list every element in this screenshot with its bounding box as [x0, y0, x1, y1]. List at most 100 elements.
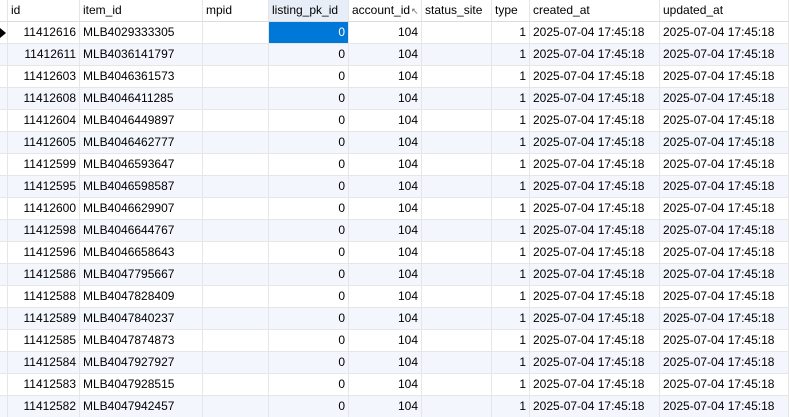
- cell-type[interactable]: 1: [492, 132, 530, 153]
- cell-status-site[interactable]: [422, 110, 492, 131]
- cell-status-site[interactable]: [422, 264, 492, 285]
- cell-type[interactable]: 1: [492, 176, 530, 197]
- cell-account-id[interactable]: 104: [349, 242, 422, 263]
- cell-id[interactable]: 11412588: [8, 286, 80, 307]
- cell-item-id[interactable]: MLB4046411285: [80, 88, 203, 109]
- cell-type[interactable]: 1: [492, 198, 530, 219]
- row-marker-cell[interactable]: [0, 22, 8, 43]
- cell-listing-pk-id[interactable]: 0: [269, 286, 349, 307]
- cell-listing-pk-id[interactable]: 0: [269, 374, 349, 395]
- cell-status-site[interactable]: [422, 352, 492, 373]
- cell-type[interactable]: 1: [492, 22, 530, 43]
- cell-item-id[interactable]: MLB4047828409: [80, 286, 203, 307]
- cell-mpid[interactable]: [203, 220, 269, 241]
- cell-created-at[interactable]: 2025-07-04 17:45:18: [530, 286, 660, 307]
- cell-account-id[interactable]: 104: [349, 176, 422, 197]
- cell-status-site[interactable]: [422, 22, 492, 43]
- cell-updated-at[interactable]: 2025-07-04 17:45:18: [660, 352, 789, 373]
- cell-created-at[interactable]: 2025-07-04 17:45:18: [530, 22, 660, 43]
- cell-status-site[interactable]: [422, 88, 492, 109]
- row-marker-cell[interactable]: [0, 286, 8, 307]
- cell-account-id[interactable]: 104: [349, 110, 422, 131]
- cell-mpid[interactable]: [203, 330, 269, 351]
- table-row[interactable]: 11412585 MLB4047874873 0 104 1 2025-07-04 17:…: [0, 330, 789, 352]
- cell-item-id[interactable]: MLB4047874873: [80, 330, 203, 351]
- cell-updated-at[interactable]: 2025-07-04 17:45:18: [660, 176, 789, 197]
- cell-id[interactable]: 11412604: [8, 110, 80, 131]
- cell-updated-at[interactable]: 2025-07-04 17:45:18: [660, 396, 789, 417]
- cell-mpid[interactable]: [203, 66, 269, 87]
- cell-updated-at[interactable]: 2025-07-04 17:45:18: [660, 132, 789, 153]
- cell-type[interactable]: 1: [492, 264, 530, 285]
- cell-mpid[interactable]: [203, 110, 269, 131]
- table-row[interactable]: 11412584 MLB4047927927 0 104 1 2025-07-04 17:…: [0, 352, 789, 374]
- cell-created-at[interactable]: 2025-07-04 17:45:18: [530, 176, 660, 197]
- cell-created-at[interactable]: 2025-07-04 17:45:18: [530, 396, 660, 417]
- cell-status-site[interactable]: [422, 198, 492, 219]
- row-marker-cell[interactable]: [0, 132, 8, 153]
- table-row[interactable]: 11412589 MLB4047840237 0 104 1 2025-07-04 17:…: [0, 308, 789, 330]
- cell-id[interactable]: 11412605: [8, 132, 80, 153]
- cell-created-at[interactable]: 2025-07-04 17:45:18: [530, 374, 660, 395]
- row-marker-cell[interactable]: [0, 374, 8, 395]
- cell-account-id[interactable]: 104: [349, 220, 422, 241]
- cell-updated-at[interactable]: 2025-07-04 17:45:18: [660, 110, 789, 131]
- column-header-type[interactable]: type: [492, 0, 530, 21]
- cell-created-at[interactable]: 2025-07-04 17:45:18: [530, 264, 660, 285]
- cell-account-id[interactable]: 104: [349, 308, 422, 329]
- table-row[interactable]: 11412611 MLB4036141797 0 104 1 2025-07-04 17:…: [0, 44, 789, 66]
- cell-updated-at[interactable]: 2025-07-04 17:45:18: [660, 286, 789, 307]
- cell-mpid[interactable]: [203, 286, 269, 307]
- column-header-mpid[interactable]: mpid: [203, 0, 269, 21]
- cell-mpid[interactable]: [203, 44, 269, 65]
- cell-created-at[interactable]: 2025-07-04 17:45:18: [530, 352, 660, 373]
- cell-status-site[interactable]: [422, 330, 492, 351]
- cell-listing-pk-id[interactable]: 0: [269, 264, 349, 285]
- cell-status-site[interactable]: [422, 66, 492, 87]
- cell-created-at[interactable]: 2025-07-04 17:45:18: [530, 110, 660, 131]
- cell-status-site[interactable]: [422, 176, 492, 197]
- cell-id[interactable]: 11412616: [8, 22, 80, 43]
- row-marker-cell[interactable]: [0, 44, 8, 65]
- row-marker-cell[interactable]: [0, 88, 8, 109]
- cell-listing-pk-id[interactable]: 0: [269, 308, 349, 329]
- cell-updated-at[interactable]: 2025-07-04 17:45:18: [660, 220, 789, 241]
- cell-created-at[interactable]: 2025-07-04 17:45:18: [530, 242, 660, 263]
- column-header-id[interactable]: id: [8, 0, 80, 21]
- cell-item-id[interactable]: MLB4047942457: [80, 396, 203, 417]
- cell-item-id[interactable]: MLB4046361573: [80, 66, 203, 87]
- cell-item-id[interactable]: MLB4046629907: [80, 198, 203, 219]
- column-header-account-id[interactable]: account_id ↖: [349, 0, 422, 21]
- cell-item-id[interactable]: MLB4047840237: [80, 308, 203, 329]
- cell-id[interactable]: 11412603: [8, 66, 80, 87]
- row-marker-cell[interactable]: [0, 110, 8, 131]
- cell-account-id[interactable]: 104: [349, 66, 422, 87]
- cell-type[interactable]: 1: [492, 330, 530, 351]
- cell-type[interactable]: 1: [492, 242, 530, 263]
- cell-type[interactable]: 1: [492, 352, 530, 373]
- cell-item-id[interactable]: MLB4046462777: [80, 132, 203, 153]
- cell-mpid[interactable]: [203, 132, 269, 153]
- row-marker-cell[interactable]: [0, 330, 8, 351]
- table-row[interactable]: 11412595 MLB4046598587 0 104 1 2025-07-04 17:…: [0, 176, 789, 198]
- cell-type[interactable]: 1: [492, 44, 530, 65]
- cell-mpid[interactable]: [203, 242, 269, 263]
- row-marker-cell[interactable]: [0, 198, 8, 219]
- cell-type[interactable]: 1: [492, 66, 530, 87]
- cell-mpid[interactable]: [203, 198, 269, 219]
- table-row[interactable]: 11412608 MLB4046411285 0 104 1 2025-07-04 17:…: [0, 88, 789, 110]
- cell-account-id[interactable]: 104: [349, 132, 422, 153]
- cell-status-site[interactable]: [422, 396, 492, 417]
- cell-id[interactable]: 11412595: [8, 176, 80, 197]
- row-marker-cell[interactable]: [0, 352, 8, 373]
- cell-updated-at[interactable]: 2025-07-04 17:45:18: [660, 374, 789, 395]
- cell-type[interactable]: 1: [492, 154, 530, 175]
- cell-listing-pk-id[interactable]: 0: [269, 352, 349, 373]
- cell-account-id[interactable]: 104: [349, 198, 422, 219]
- cell-listing-pk-id[interactable]: 0: [269, 330, 349, 351]
- cell-account-id[interactable]: 104: [349, 352, 422, 373]
- cell-created-at[interactable]: 2025-07-04 17:45:18: [530, 198, 660, 219]
- cell-account-id[interactable]: 104: [349, 396, 422, 417]
- cell-created-at[interactable]: 2025-07-04 17:45:18: [530, 88, 660, 109]
- cell-id[interactable]: 11412585: [8, 330, 80, 351]
